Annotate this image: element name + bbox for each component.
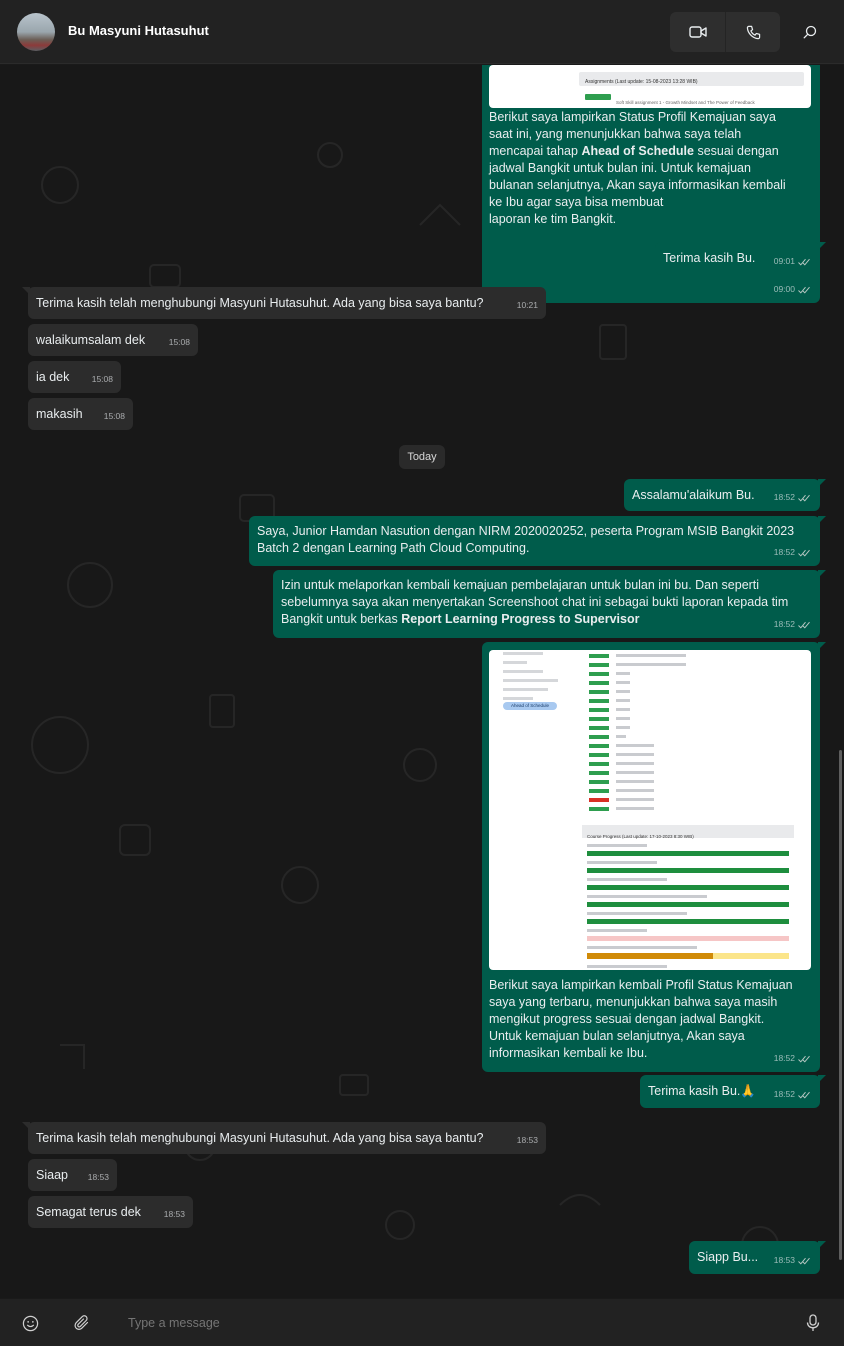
message-timestamp: 18:52: [774, 544, 810, 561]
message-composer: [0, 1299, 844, 1346]
message-timestamp: 15:08: [168, 337, 190, 347]
message-bubble-outgoing[interactable]: Ahead of Schedule Course Progress (Last …: [482, 642, 826, 1072]
message-timestamp: 15:08: [103, 411, 125, 421]
message-bubble-incoming[interactable]: Terima kasih telah menghubungi Masyuni H…: [22, 287, 546, 319]
message-timestamp: 18:52: [774, 489, 810, 506]
emoji-icon: [22, 1315, 38, 1331]
read-receipt-icon: [798, 286, 810, 294]
read-receipt-icon: [798, 1055, 810, 1063]
message-timestamp: 18:53: [774, 1252, 810, 1269]
attach-icon: [74, 1315, 89, 1330]
message-timestamp: 18:52: [774, 1050, 810, 1067]
image-assignment-row: Soft Skill assignment 1 - Growth Mindset…: [616, 100, 755, 105]
message-bubble-outgoing[interactable]: Izin untuk melaporkan kembali kemajuan p…: [273, 570, 826, 638]
message-timestamp: 18:53: [87, 1172, 109, 1182]
message-bubble-outgoing[interactable]: Terima kasih Bu.🙏 18:52: [640, 1075, 826, 1108]
message-text: makasih: [36, 407, 83, 421]
read-receipt-icon: [798, 494, 810, 502]
read-receipt-icon: [798, 549, 810, 557]
image-course-progress-title: Course Progress (Last update: 17-10-2023…: [587, 834, 694, 839]
read-receipt-icon: [798, 621, 810, 629]
message-list[interactable]: Assignments (Last update: 15-08-2023 13:…: [0, 65, 844, 1298]
attach-button[interactable]: [70, 1311, 94, 1335]
message-timestamp: 18:53: [163, 1209, 185, 1219]
video-call-icon: [688, 26, 707, 38]
message-bubble-incoming[interactable]: makasih 15:08: [28, 398, 133, 430]
image-status-badge: Ahead of Schedule: [503, 702, 557, 710]
chat-header: Bu Masyuni Hutasuhut: [0, 0, 844, 64]
message-text: Terima kasih Bu.: [663, 251, 756, 265]
message-timestamp: 09:00: [774, 281, 810, 298]
message-text: walaikumsalam dek: [36, 333, 146, 347]
image-assignment-rows: [589, 654, 799, 814]
message-image[interactable]: Ahead of Schedule Course Progress (Last …: [489, 650, 811, 970]
image-progress-bars: [587, 844, 792, 970]
message-bubble-outgoing[interactable]: Saya, Junior Hamdan Nasution dengan NIRM…: [249, 516, 826, 566]
message-text: Terima kasih Bu.🙏: [648, 1084, 756, 1098]
message-bubble-incoming[interactable]: Semagat terus dek 18:53: [28, 1196, 193, 1228]
message-timestamp: 09:01: [774, 253, 810, 270]
call-button-group: [670, 12, 780, 52]
message-timestamp: 18:52: [774, 616, 810, 633]
message-text: ia dek: [36, 370, 70, 384]
voice-call-icon: [746, 25, 760, 39]
message-bubble-outgoing[interactable]: Siapp Bu... 18:53: [689, 1241, 826, 1274]
message-text: Terima kasih telah menghubungi Masyuni H…: [36, 296, 484, 310]
search-icon: [803, 25, 817, 39]
read-receipt-icon: [798, 1257, 810, 1265]
message-bubble-outgoing[interactable]: Terima kasih Bu. 09:01: [655, 242, 826, 275]
contact-name[interactable]: Bu Masyuni Hutasuhut: [68, 23, 209, 38]
read-receipt-icon: [798, 1091, 810, 1099]
read-receipt-icon: [798, 258, 810, 266]
search-button[interactable]: [796, 18, 824, 46]
message-text: Izin untuk melaporkan kembali kemajuan p…: [281, 578, 789, 626]
message-image[interactable]: Assignments (Last update: 15-08-2023 13:…: [489, 65, 811, 108]
message-text: Berikut saya lampirkan kembali Profil St…: [489, 978, 793, 1060]
message-bubble-outgoing[interactable]: Assalamu'alaikum Bu. 18:52: [624, 479, 826, 511]
day-separator: Today: [399, 445, 445, 469]
emoji-button[interactable]: [18, 1311, 42, 1335]
message-timestamp: 10:21: [516, 300, 538, 310]
message-text: Siaap: [36, 1168, 68, 1182]
message-text: Terima kasih telah menghubungi Masyuni H…: [36, 1131, 484, 1145]
message-timestamp: 18:52: [774, 1086, 810, 1103]
voice-message-button[interactable]: [801, 1311, 825, 1335]
scrollbar[interactable]: [839, 750, 842, 1260]
message-timestamp: 18:53: [516, 1135, 538, 1145]
message-text: Assalamu'alaikum Bu.: [632, 488, 755, 502]
message-text: Saya, Junior Hamdan Nasution dengan NIRM…: [257, 524, 795, 555]
message-bubble-incoming[interactable]: ia dek 15:08: [28, 361, 121, 393]
mic-icon: [806, 1314, 820, 1331]
voice-call-button[interactable]: [725, 12, 780, 52]
avatar[interactable]: [17, 13, 55, 51]
message-bubble-incoming[interactable]: walaikumsalam dek 15:08: [28, 324, 198, 356]
message-input[interactable]: [120, 1309, 780, 1336]
image-assignments-title: Assignments (Last update: 15-08-2023 13:…: [585, 79, 698, 85]
message-text: Berikut saya lampirkan Status Profil Kem…: [489, 110, 786, 226]
message-text: Semagat terus dek: [36, 1205, 141, 1219]
message-timestamp: 15:08: [91, 374, 113, 384]
message-bubble-incoming[interactable]: Siaap 18:53: [28, 1159, 117, 1191]
video-call-button[interactable]: [670, 12, 725, 52]
message-text: Siapp Bu...: [697, 1250, 759, 1264]
image-completed-badge: Completed: [585, 94, 611, 100]
message-bubble-incoming[interactable]: Terima kasih telah menghubungi Masyuni H…: [22, 1122, 546, 1154]
